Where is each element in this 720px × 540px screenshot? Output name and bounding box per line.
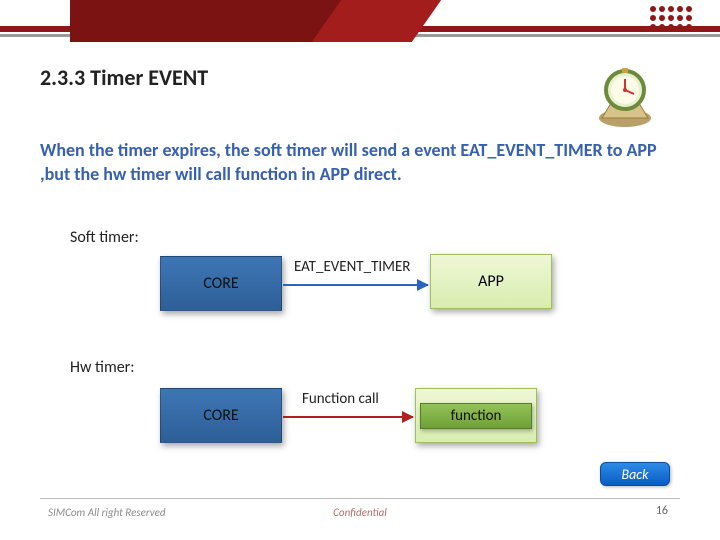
box-label: CORE bbox=[203, 274, 238, 293]
box-label: CORE bbox=[203, 406, 238, 425]
page-title: 2.3.3 Timer EVENT bbox=[40, 64, 208, 91]
header-decor bbox=[0, 0, 720, 40]
hw-timer-core-box: CORE bbox=[160, 388, 282, 443]
footer-center-text: Confidential bbox=[0, 506, 720, 519]
hw-timer-function-inner: function bbox=[420, 403, 532, 429]
hw-timer-arrow-label: Function call bbox=[302, 390, 379, 408]
soft-timer-core-box: CORE bbox=[160, 256, 282, 311]
soft-timer-app-box: APP bbox=[430, 254, 552, 309]
back-button[interactable]: Back bbox=[600, 462, 670, 486]
soft-timer-arrow-label: EAT_EVENT_TIMER bbox=[294, 258, 410, 276]
soft-timer-arrow bbox=[283, 284, 428, 286]
clock-icon bbox=[590, 60, 660, 130]
dot-grid-icon bbox=[650, 6, 692, 30]
box-label: APP bbox=[478, 272, 504, 291]
footer-divider bbox=[40, 498, 680, 499]
description-text: When the timer expires, the soft timer w… bbox=[40, 138, 660, 187]
back-button-label: Back bbox=[621, 466, 648, 483]
box-label: function bbox=[451, 407, 502, 425]
hw-timer-arrow bbox=[283, 416, 413, 418]
hw-timer-label: Hw timer: bbox=[70, 358, 135, 377]
page-number: 16 bbox=[656, 504, 668, 518]
soft-timer-label: Soft timer: bbox=[70, 228, 139, 247]
